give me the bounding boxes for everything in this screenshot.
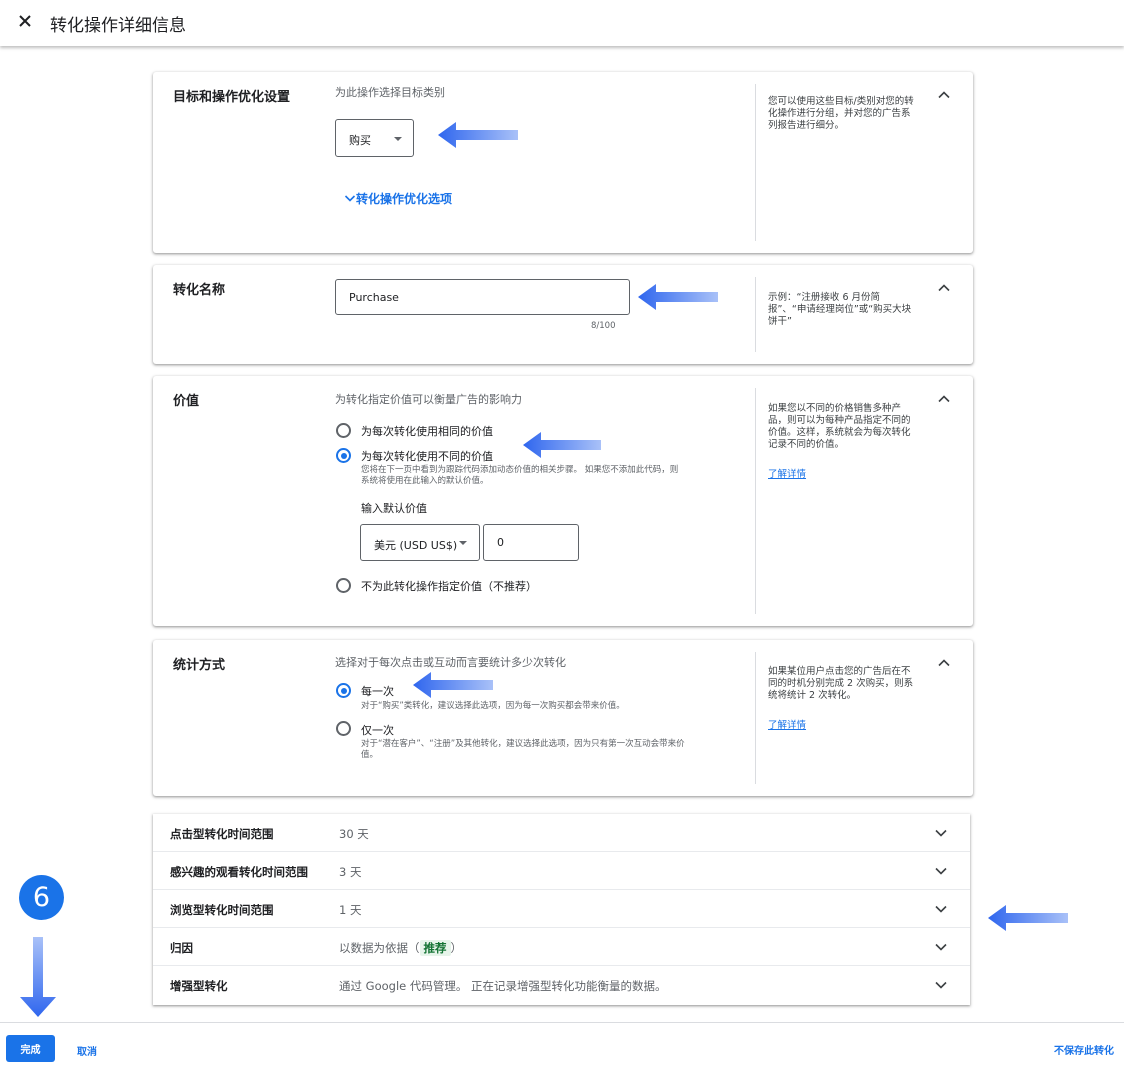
page-title: 转化操作详细信息 (50, 16, 186, 36)
row-value: 通过 Google 代码管理。 正在记录增强型转化功能衡量的数据。 (339, 979, 667, 993)
click-through-window-row[interactable]: 点击型转化时间范围 30 天 (153, 814, 970, 852)
goal-card: 目标和操作优化设置 为此操作选择目标类别 购买 转化操作优化选项 您可以使用这些… (153, 72, 973, 253)
chevron-down-icon (935, 867, 947, 875)
one-conversion-hint-line2: 值。 (361, 750, 379, 760)
chevron-down-icon (935, 829, 947, 837)
optimization-options-label: 转化操作优化选项 (356, 192, 453, 206)
every-conversion-radio[interactable] (336, 683, 351, 698)
left-arrow-annotation-icon (413, 672, 493, 698)
one-conversion-hint: 对于“潜在客户”、“注册”及其他转化，建议选择此选项，因为只有第一次互动会带来价… (361, 739, 751, 761)
count-label: 统计方式 (173, 658, 226, 673)
header-bar: 转化操作详细信息 (0, 0, 1124, 46)
chevron-up-icon[interactable] (937, 656, 951, 670)
currency-select[interactable]: 美元 (USD US$) (360, 524, 480, 561)
conversion-name-label: 转化名称 (173, 283, 226, 298)
left-arrow-annotation-icon (988, 905, 1068, 931)
left-arrow-annotation-icon (438, 122, 518, 148)
no-value-radio[interactable] (336, 578, 351, 593)
every-conversion-hint: 对于“购买”类转化，建议选择此选项，因为每一次购买都会带来价值。 (361, 701, 625, 711)
one-conversion-hint-line1: 对于“潜在客户”、“注册”及其他转化，建议选择此选项，因为只有第一次互动会带来价 (361, 739, 685, 749)
goal-label: 目标和操作优化设置 (173, 90, 291, 105)
row-key: 点击型转化时间范围 (170, 827, 274, 841)
one-conversion-label: 仅一次 (361, 724, 394, 737)
done-button[interactable]: 完成 (6, 1035, 55, 1062)
row-value: 3 天 (339, 865, 362, 879)
chevron-down-icon (935, 943, 947, 951)
chevron-down-icon (935, 905, 947, 913)
every-conversion-label: 每一次 (361, 685, 394, 698)
goal-help-text: 您可以使用这些目标/类别对您的转化操作进行分组，并对您的广告系列报告进行细分。 (768, 96, 914, 131)
goal-category-select[interactable]: 购买 (335, 119, 414, 157)
card-divider (755, 84, 756, 241)
count-card: 统计方式 选择对于每次点击或互动而言要统计多少次转化 每一次 对于“购买”类转化… (153, 640, 973, 796)
engaged-view-window-row[interactable]: 感兴趣的观看转化时间范围 3 天 (153, 852, 970, 890)
chevron-up-icon[interactable] (937, 281, 951, 295)
view-through-window-row[interactable]: 浏览型转化时间范围 1 天 (153, 890, 970, 928)
dropdown-caret-icon (459, 541, 467, 545)
attribution-model: 以数据为依据（ (339, 941, 420, 955)
conversion-name-card: 转化名称 Purchase 8/100 示例：“注册接收 6 月份简报”、“申请… (153, 265, 973, 364)
recommended-badge: 推荐 (419, 940, 451, 956)
conversion-name-counter: 8/100 (591, 321, 616, 331)
value-help-text: 如果您以不同的价格销售多种产品，则可以为每种产品指定不同的价值。这样，系统就会为… (768, 403, 911, 450)
dropdown-caret-icon (394, 137, 402, 141)
card-divider (755, 277, 756, 352)
down-arrow-annotation-icon (20, 937, 56, 1017)
cancel-button[interactable]: 取消 (77, 1043, 97, 1058)
chevron-down-icon (935, 981, 947, 989)
value-card: 价值 为转化指定价值可以衡量广告的影响力 为每次转化使用相同的价值 为每次转化使… (153, 376, 973, 626)
close-icon[interactable] (16, 12, 34, 30)
count-learn-more-link[interactable]: 了解详情 (768, 717, 806, 731)
attribution-row[interactable]: 归因 以数据为依据（ 推荐） (153, 928, 970, 966)
row-value: 以数据为依据（ 推荐） (339, 940, 462, 956)
different-value-hint-line2: 系统将使用在此输入的默认价值。 (361, 476, 489, 486)
row-key: 归因 (170, 941, 193, 955)
optimization-options-link[interactable]: 转化操作优化选项 (344, 190, 452, 207)
chevron-down-icon (344, 195, 356, 202)
row-value: 30 天 (339, 827, 369, 841)
count-description: 选择对于每次点击或互动而言要统计多少次转化 (335, 656, 566, 669)
chevron-up-icon[interactable] (937, 392, 951, 406)
currency-value: 美元 (USD US$) (374, 539, 458, 552)
same-value-radio[interactable] (336, 423, 351, 438)
left-arrow-annotation-icon (523, 432, 601, 458)
value-learn-more-link[interactable]: 了解详情 (768, 466, 806, 480)
row-value: 1 天 (339, 903, 362, 917)
step-number-badge: 6 (19, 875, 64, 920)
different-value-hint: 您将在下一页中看到为跟踪代码添加动态价值的相关步骤。 如果您不添加此代码，则 系… (361, 465, 746, 487)
row-key: 感兴趣的观看转化时间范围 (170, 865, 308, 879)
conversion-name-help: 示例：“注册接收 6 月份简报”、“申请经理岗位”或“购买大块饼干” (768, 292, 912, 327)
one-conversion-radio[interactable] (336, 721, 351, 736)
different-value-label: 为每次转化使用不同的价值 (361, 450, 493, 463)
goal-category-value: 购买 (349, 134, 371, 147)
card-divider (755, 388, 756, 614)
count-help-text: 如果某位用户点击您的广告后在不同的时机分别完成 2 次购买，则系统将统计 2 次… (768, 666, 914, 701)
value-description: 为转化指定价值可以衡量广告的影响力 (335, 393, 522, 406)
left-arrow-annotation-icon (638, 284, 718, 310)
goal-description: 为此操作选择目标类别 (335, 86, 445, 99)
footer-bar: 完成 取消 不保存此转化 (0, 1022, 1124, 1071)
collapsed-settings-list: 点击型转化时间范围 30 天 感兴趣的观看转化时间范围 3 天 浏览型转化时间范… (153, 814, 970, 1005)
chevron-up-icon[interactable] (937, 88, 951, 102)
row-key: 浏览型转化时间范围 (170, 903, 274, 917)
default-value-label: 输入默认价值 (361, 502, 427, 515)
card-divider (755, 652, 756, 784)
row-key: 增强型转化 (170, 979, 228, 993)
same-value-label: 为每次转化使用相同的价值 (361, 425, 493, 438)
dont-save-button[interactable]: 不保存此转化 (1054, 1042, 1114, 1057)
no-value-label: 不为此转化操作指定价值（不推荐） (361, 580, 537, 593)
different-value-hint-line1: 您将在下一页中看到为跟踪代码添加动态价值的相关步骤。 如果您不添加此代码，则 (361, 465, 679, 475)
different-value-radio[interactable] (336, 448, 351, 463)
default-value-input[interactable]: 0 (483, 524, 579, 561)
value-label: 价值 (173, 394, 200, 409)
conversion-name-input[interactable]: Purchase (335, 279, 630, 315)
enhanced-conversions-row[interactable]: 增强型转化 通过 Google 代码管理。 正在记录增强型转化功能衡量的数据。 (153, 966, 970, 1004)
attribution-paren-close: ） (450, 941, 463, 955)
